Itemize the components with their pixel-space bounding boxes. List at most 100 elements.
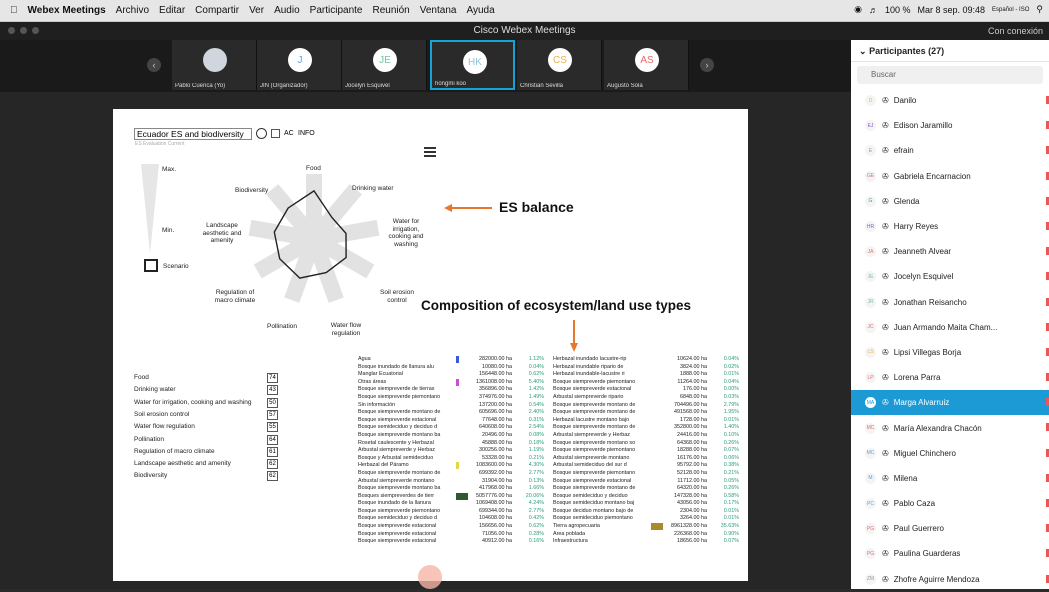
participant-row[interactable]: JA ✇ Jeanneth Alvear [851,239,1049,264]
participant-name: Lipsi Villegas Borja [893,347,962,357]
participant-row[interactable]: M ✇ Milena [851,466,1049,491]
participant-row[interactable]: JE ✇ Jocelyn Esquivel [851,264,1049,289]
landuse-area: 45888.00 ha [482,439,512,446]
landuse-percent: 0.00% [723,386,739,393]
participant-row[interactable]: G ✇ Glenda [851,189,1049,214]
headset-icon: ✇ [882,297,889,307]
strip-prev-button[interactable]: ‹ [147,58,161,72]
landuse-area: 1728.00 ha [680,416,707,423]
video-tile[interactable]: JE Jocelyn Esquivel [342,40,427,90]
avatar: ZM [865,573,876,585]
volume-icon[interactable]: ♬ [869,5,878,15]
video-tile[interactable]: CS Christian Sevilla [517,40,602,90]
landuse-percent: 0.05% [723,477,739,484]
landuse-percent: 0.07% [723,447,739,454]
table-row: Bosque siempreverde montano ba 20496.00 h… [358,432,743,440]
avatar: EJ [865,120,876,132]
participant-row[interactable]: EJ ✇ Edison Jaramillo [851,113,1049,138]
connection-label: Con conexión [987,26,1043,36]
landuse-name: Bosque siempreverde montano de [553,485,636,492]
participant-row[interactable]: PC ✇ Pablo Caza [851,491,1049,516]
participant-row[interactable]: E ✇ efrain [851,138,1049,163]
landuse-percent: 0.10% [723,431,739,438]
indicator-value: 62 [267,471,278,482]
annotation-es-balance: ES balance [499,199,574,215]
participant-row[interactable]: GE ✇ Gabriela Encarnacion [851,164,1049,189]
menu-ayuda[interactable]: Ayuda [466,5,494,16]
apple-icon[interactable]:  [10,5,18,16]
menu-editar[interactable]: Editar [159,5,185,16]
tile-name: JIN (Organizador) [260,83,308,89]
headset-icon: ✇ [882,247,889,257]
landuse-name: Otras áreas [358,378,387,385]
menu-audio[interactable]: Audio [274,5,300,16]
menu-participante[interactable]: Participante [310,5,363,16]
participant-row[interactable]: HR ✇ Harry Reyes [851,214,1049,239]
video-tile[interactable]: J JIN (Organizador) [257,40,342,90]
participant-row[interactable]: MC ✇ Miguel Chinchero [851,441,1049,466]
participant-row[interactable]: LS ✇ Lipsi Villegas Borja [851,340,1049,365]
landuse-percent: 0.04% [528,363,544,370]
landuse-name: Bosque semideciduo y deciduo d [358,424,438,431]
landuse-name: Bosques siempreverdes de tierr [358,492,435,499]
landuse-name: Bosque deciduo montano bajo de [553,507,634,514]
landuse-area: 11264.00 ha [677,378,707,385]
landuse-area: 282000.00 ha [479,356,512,362]
landuse-percent: 1.95% [723,409,739,416]
language-label[interactable]: Español - ISO [992,7,1029,13]
wifi-icon[interactable]: ◉ [854,4,862,15]
landuse-area: 52128.00 ha [677,469,707,476]
landuse-name: Bosque semideciduo y deciduo [553,492,628,499]
video-tile[interactable]: HK hongmi koo [430,40,515,90]
participants-search-input[interactable]: Buscar [857,66,1043,84]
participant-name: Jeanneth Alvear [893,247,952,257]
landuse-name: Bosque inundado de la llanura [358,500,431,507]
landuse-area: 699344.00 ha [479,507,512,514]
participant-row[interactable]: D ✇ Danilo [851,88,1049,113]
indicator-value: 64 [267,434,278,445]
app-menu[interactable]: Webex Meetings [28,5,106,16]
participant-row[interactable]: LP ✇ Lorena Parra [851,365,1049,390]
landuse-area: 491568.00 ha [674,409,707,416]
avatar-photo [203,48,227,72]
headset-icon: ✇ [882,121,889,131]
participant-row[interactable]: MA ✇ Marga Alvarruiz [851,390,1049,416]
participant-row[interactable]: ZM ✇ Zhofre Aguirre Mendoza [851,567,1049,592]
video-tile[interactable]: Pablo Cuenca (Yo) [172,40,257,90]
indicator-value: 61 [267,446,278,457]
menu-ver[interactable]: Ver [249,5,264,16]
menu-archivo[interactable]: Archivo [116,5,149,16]
chevron-down-icon[interactable]: ⌄ [859,46,867,56]
participant-name: Pablo Caza [893,499,936,509]
landuse-percent: 0.13% [528,477,544,484]
landuse-name: Rosetal caulescente y Herbazal [358,439,434,446]
table-row: Bosque siempreverde estacional 40912.00 h… [358,538,743,546]
battery-label[interactable]: 100 % [885,5,911,15]
landuse-percent: 0.21% [723,469,739,476]
landuse-area: 10080.00 ha [482,363,512,370]
participant-row[interactable]: JC ✇ Juan Armando Maita Cham... [851,315,1049,340]
connection-status[interactable]: Con conexión [851,22,1049,40]
landuse-name: Arbustal siempreverde ripario [553,393,624,400]
land-use-table: Agua 282000.00 ha 1.12% Herbazal inundado l… [358,356,743,546]
indicator-label: Food [134,374,149,381]
video-tile[interactable]: AS Augusto Sola [604,40,689,90]
menu-reunion[interactable]: Reunión [372,5,409,16]
participant-row[interactable]: PG ✇ Paulina Guarderas [851,541,1049,566]
axis-water-flow: Water flow regulation [330,322,362,337]
participant-row[interactable]: PG ✇ Paul Guerrero [851,516,1049,541]
menu-compartir[interactable]: Compartir [195,5,239,16]
landuse-percent: 1.66% [528,485,544,492]
participant-name: Milena [893,473,918,483]
landuse-percent: 0.26% [723,439,739,446]
strip-next-button[interactable]: › [700,58,714,72]
search-icon[interactable]: ⚲ [1036,4,1043,15]
menu-ventana[interactable]: Ventana [420,5,457,16]
participant-row[interactable]: MC ✇ María Alexandra Chacón [851,415,1049,440]
landuse-area: 300256.00 ha [479,447,512,454]
participant-row[interactable]: JR ✇ Jonathan Reisancho [851,290,1049,315]
datetime[interactable]: Mar 8 sep. 09:48 [918,5,986,15]
landuse-name: Bosque siempreverde montano de [358,469,441,476]
avatar: M [865,472,876,484]
landuse-name: Bosque siempreverde estacional [358,523,437,530]
